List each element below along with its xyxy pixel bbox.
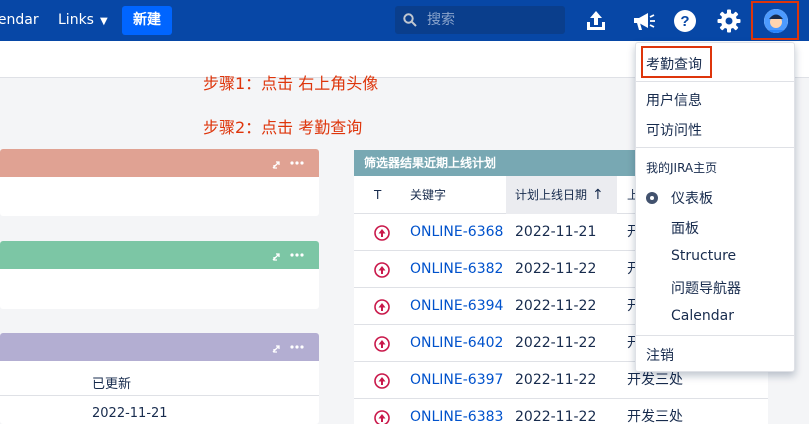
menu-item-dashboard[interactable]: 仪表板 <box>671 188 713 208</box>
nav-calendar[interactable]: lendar <box>0 0 39 41</box>
menu-item-structure[interactable]: Structure <box>671 248 736 264</box>
menu-item-profile[interactable]: 用户信息 <box>646 90 702 110</box>
issue-type-icon <box>374 262 390 278</box>
user-dropdown-menu: 考勤查询 用户信息 可访问性 我的JIRA主页 仪表板 面板 Structure… <box>635 42 795 372</box>
svg-text:?: ? <box>680 13 689 30</box>
issue-type-icon <box>374 336 390 352</box>
issue-key-link[interactable]: ONLINE-6368 <box>410 214 503 251</box>
menu-section-my-jira-home: 我的JIRA主页 <box>646 161 718 175</box>
upload-icon[interactable] <box>583 8 609 34</box>
search-placeholder: 搜索 <box>427 12 455 28</box>
expand-more-icon[interactable] <box>271 156 305 170</box>
menu-item-calendar[interactable]: Calendar <box>671 308 734 324</box>
issue-key-link[interactable]: ONLINE-6383 <box>410 399 503 424</box>
annotation-step-1: 步骤1：点击 右上角头像 <box>203 74 379 93</box>
planned-date: 2022-11-21 <box>515 224 597 240</box>
menu-divider <box>636 147 794 148</box>
menu-item-accessibility[interactable]: 可访问性 <box>646 120 702 140</box>
updated-date: 2022-11-21 <box>92 406 168 421</box>
column-header-planned-date[interactable]: 计划上线日期 <box>515 176 587 214</box>
planned-date: 2022-11-22 <box>515 298 597 314</box>
nav-links-label: Links <box>58 12 94 28</box>
top-navigation-bar: lendar Links ▼ 新建 搜索 ? <box>0 0 809 41</box>
table-row[interactable]: ONLINE-6383 2022-11-22 开发三处 <box>354 399 768 424</box>
dashboard-gadget <box>0 241 319 309</box>
dashboard-gadget: 已更新 2022-11-21 <box>0 333 319 424</box>
issue-type-icon <box>374 373 390 389</box>
megaphone-icon[interactable] <box>630 8 656 34</box>
avatar-highlight-box <box>751 1 799 40</box>
issue-type-icon <box>374 299 390 315</box>
expand-more-icon[interactable] <box>271 248 305 262</box>
planned-date: 2022-11-22 <box>515 261 597 277</box>
divider <box>0 395 319 396</box>
gear-icon[interactable] <box>716 8 742 34</box>
issue-type-icon <box>374 410 390 424</box>
planned-date: 2022-11-22 <box>515 335 597 351</box>
avatar[interactable] <box>764 9 788 33</box>
dashboard-gadget <box>0 149 319 216</box>
create-button[interactable]: 新建 <box>122 6 172 35</box>
search-icon <box>403 13 417 27</box>
issue-type-icon <box>374 225 390 241</box>
planned-date: 2022-11-22 <box>515 409 597 424</box>
column-header-updated: 已更新 <box>92 377 132 392</box>
gadget-header <box>0 333 319 361</box>
help-icon[interactable]: ? <box>672 8 698 34</box>
column-header-type[interactable]: T <box>374 176 381 214</box>
chevron-down-icon: ▼ <box>99 16 108 27</box>
menu-item-boards[interactable]: 面板 <box>671 218 699 238</box>
issue-key-link[interactable]: ONLINE-6397 <box>410 362 503 399</box>
issue-key-link[interactable]: ONLINE-6394 <box>410 288 503 325</box>
column-header-key[interactable]: 关键字 <box>410 176 446 214</box>
radio-selected-icon <box>646 192 658 204</box>
menu-divider <box>636 335 794 336</box>
menu-item-logout[interactable]: 注销 <box>646 345 674 365</box>
annotation-step-2: 步骤2：点击 考勤查询 <box>203 118 363 137</box>
planned-date: 2022-11-22 <box>515 372 597 388</box>
search-input[interactable]: 搜索 <box>395 6 565 34</box>
user-avatar-icon <box>764 9 788 33</box>
menu-divider <box>636 81 794 82</box>
menu-item-attendance[interactable]: 考勤查询 <box>646 54 702 74</box>
menu-item-issue-navigator[interactable]: 问题导航器 <box>671 278 741 298</box>
department: 开发三处 <box>627 409 683 424</box>
gadget-header <box>0 149 319 177</box>
issue-key-link[interactable]: ONLINE-6382 <box>410 251 503 288</box>
nav-links-menu[interactable]: Links ▼ <box>58 0 108 41</box>
gadget-header <box>0 241 319 269</box>
issue-key-link[interactable]: ONLINE-6402 <box>410 325 503 362</box>
expand-more-icon[interactable] <box>271 340 305 354</box>
sort-ascending-icon[interactable]: ↑ <box>592 176 604 214</box>
